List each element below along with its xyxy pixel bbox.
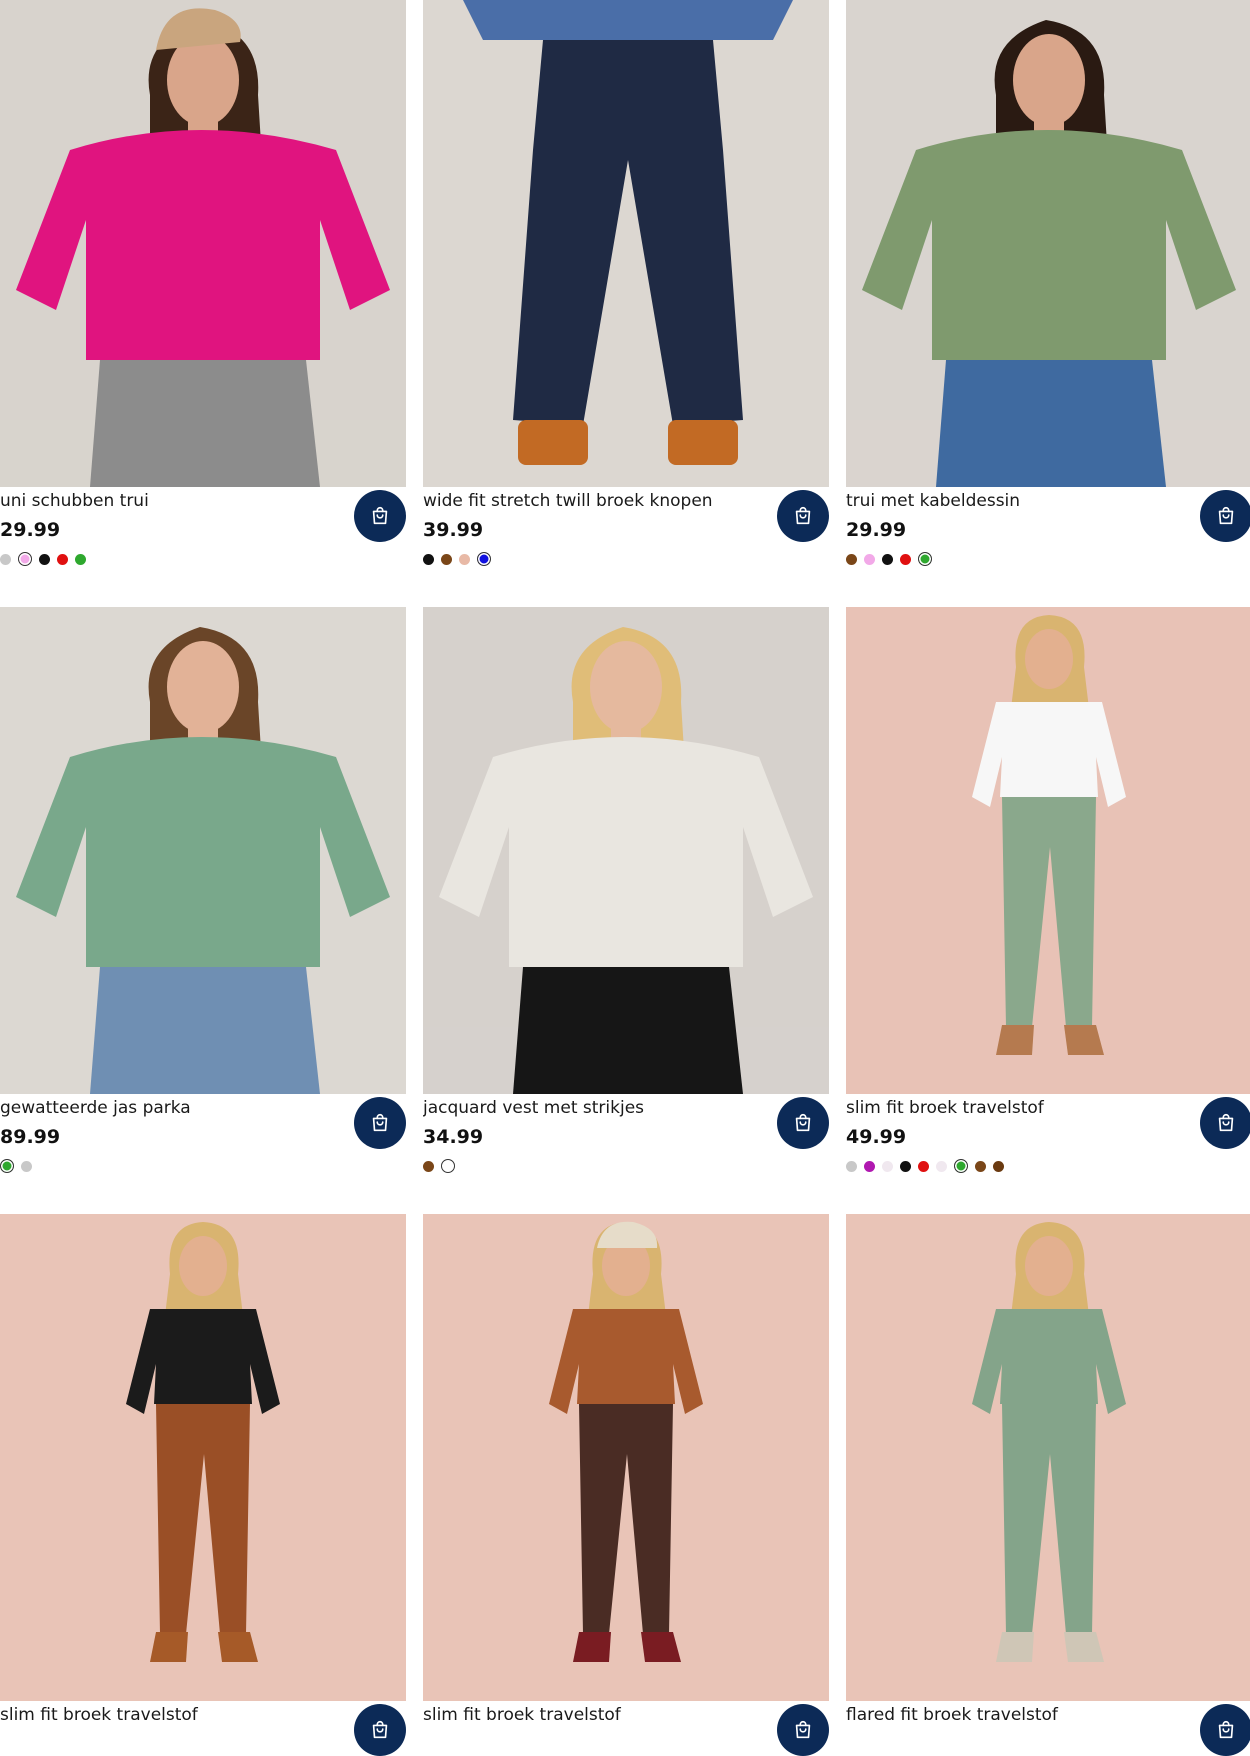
color-swatch[interactable] [846,553,857,565]
product-name[interactable]: slim fit broek travelstof [846,1096,1186,1120]
product-name[interactable]: jacquard vest met strikjes [423,1096,763,1120]
add-to-cart-button[interactable] [1200,490,1250,542]
color-swatch[interactable] [918,552,932,566]
product-price: 29.99 [0,519,61,541]
color-swatch[interactable] [441,1159,455,1173]
product-name[interactable]: slim fit broek travelstof [423,1703,763,1727]
add-to-cart-button[interactable] [1200,1097,1250,1149]
product-image[interactable] [423,1214,829,1701]
add-to-cart-button[interactable] [354,490,406,542]
color-swatch[interactable] [423,553,434,565]
color-swatch[interactable] [477,552,491,566]
shopping-bag-icon [372,1113,388,1132]
product-image[interactable] [846,1214,1250,1701]
shopping-bag-icon [372,506,388,525]
add-to-cart-button[interactable] [1200,1704,1250,1756]
add-to-cart-button[interactable] [354,1097,406,1149]
shopping-bag-icon [795,1113,811,1132]
color-swatch[interactable] [864,553,875,565]
color-swatch[interactable] [21,1160,32,1172]
product-name[interactable]: trui met kabeldessin [846,489,1186,513]
color-swatches [0,1158,32,1174]
color-swatch[interactable] [459,553,470,565]
product-price: 49.99 [846,1126,907,1148]
product-image[interactable] [846,607,1250,1094]
color-swatch[interactable] [975,1160,986,1172]
color-swatch[interactable] [936,1160,947,1172]
color-swatch[interactable] [0,553,11,565]
shopping-bag-icon [1218,506,1234,525]
product-name[interactable]: flared fit broek travelstof [846,1703,1186,1727]
color-swatch[interactable] [993,1160,1004,1172]
color-swatch[interactable] [900,553,911,565]
product-name[interactable]: wide fit stretch twill broek knopen [423,489,763,513]
color-swatch[interactable] [954,1159,968,1173]
color-swatches [423,1158,455,1174]
color-swatch[interactable] [864,1160,875,1172]
product-image[interactable] [0,1214,406,1701]
color-swatch[interactable] [846,1160,857,1172]
product-price: 89.99 [0,1126,61,1148]
color-swatches [846,1158,1004,1174]
add-to-cart-button[interactable] [777,1704,829,1756]
product-price: 34.99 [423,1126,484,1148]
shopping-bag-icon [1218,1720,1234,1739]
product-image[interactable] [0,607,406,1094]
product-image[interactable] [846,0,1250,487]
color-swatch[interactable] [900,1160,911,1172]
product-price: 39.99 [423,519,484,541]
shopping-bag-icon [795,506,811,525]
color-swatch[interactable] [57,553,68,565]
product-image[interactable] [423,0,829,487]
color-swatch[interactable] [75,553,86,565]
product-price: 29.99 [846,519,907,541]
product-image[interactable] [423,607,829,1094]
product-image[interactable] [0,0,406,487]
color-swatch[interactable] [423,1160,434,1172]
color-swatch[interactable] [882,553,893,565]
add-to-cart-button[interactable] [777,1097,829,1149]
color-swatch[interactable] [39,553,50,565]
product-name[interactable]: slim fit broek travelstof [0,1703,340,1727]
color-swatches [0,551,86,567]
product-name[interactable]: gewatteerde jas parka [0,1096,340,1120]
color-swatches [423,551,491,567]
color-swatch[interactable] [18,552,32,566]
add-to-cart-button[interactable] [777,490,829,542]
shopping-bag-icon [372,1720,388,1739]
color-swatches [846,551,932,567]
color-swatch[interactable] [918,1160,929,1172]
color-swatch[interactable] [882,1160,893,1172]
shopping-bag-icon [1218,1113,1234,1132]
color-swatch[interactable] [441,553,452,565]
add-to-cart-button[interactable] [354,1704,406,1756]
product-name[interactable]: uni schubben trui [0,489,340,513]
shopping-bag-icon [795,1720,811,1739]
color-swatch[interactable] [0,1159,14,1173]
